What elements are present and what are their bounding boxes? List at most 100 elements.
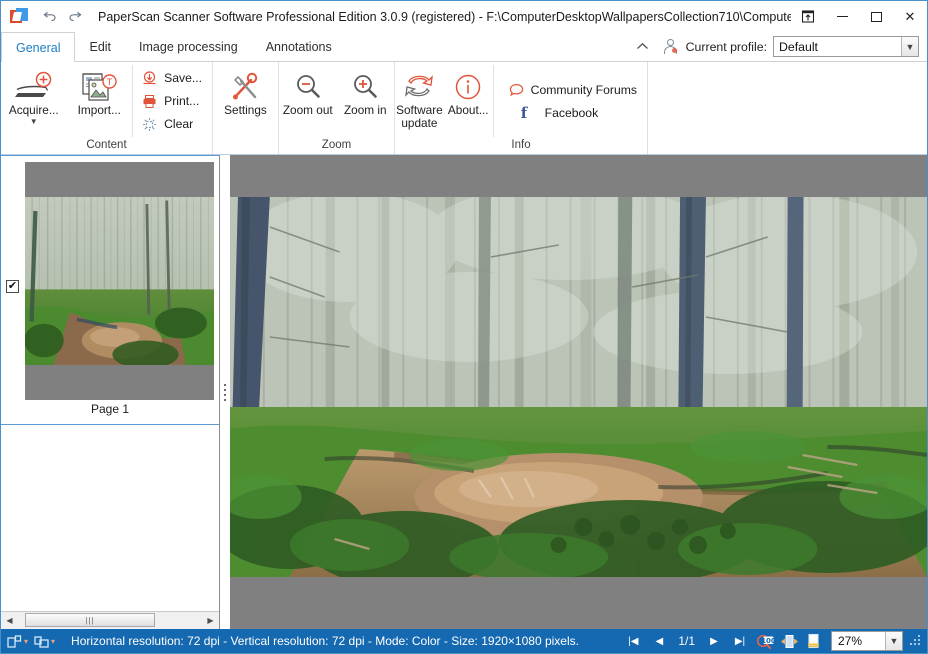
thumbnail-caption: Page 1 [90, 402, 130, 416]
save-download-icon [141, 70, 158, 86]
ribbon-group-zoom-title: Zoom [321, 139, 352, 151]
zoom-100-percent-icon[interactable]: 100 [753, 630, 777, 652]
zoom-level-select[interactable]: 27% ▼ [831, 631, 903, 651]
close-icon[interactable]: ✕ [893, 2, 927, 32]
undo-arrow-icon[interactable] [36, 5, 62, 29]
ribbon-group-content: Acquire... ▼ T Import... Save... Print..… [1, 62, 213, 154]
chevron-down-icon[interactable]: ▼ [30, 118, 38, 126]
thumbnail-page-1[interactable]: ✔ Page 1 [1, 155, 219, 425]
status-bar: ▾ ▾ Horizontal resolution: 72 dpi - Vert… [1, 629, 927, 653]
ribbon-group-zoom: Zoom out Zoom in Zoom [279, 62, 395, 154]
status-text: Horizontal resolution: 72 dpi - Vertical… [71, 634, 579, 648]
software-update-icon [403, 70, 435, 104]
print-button-label: Print... [164, 94, 200, 108]
tab-edit[interactable]: Edit [75, 32, 125, 61]
ribbon-group-info: Software update About... Community Forum… [395, 62, 648, 154]
paperscan-logo-icon [10, 7, 28, 26]
settings-button[interactable]: Settings [213, 65, 278, 137]
resize-grip-icon[interactable] [909, 634, 923, 648]
thumbnail-image[interactable] [25, 162, 214, 400]
page-facing-button[interactable]: ▾ [34, 635, 55, 648]
software-update-button[interactable]: Software update [395, 65, 444, 137]
main-content-area: ✔ Page 1 ◀ ||| ▶ [1, 155, 927, 629]
thumbnail-panel: ✔ Page 1 ◀ ||| ▶ [1, 155, 220, 629]
import-button-label: Import... [77, 103, 121, 117]
current-profile-label: Current profile: [685, 39, 767, 54]
next-page-icon[interactable]: ▶ [701, 630, 727, 652]
info-small-buttons: Community Forums f Facebook [492, 65, 647, 137]
ribbon-panel: Acquire... ▼ T Import... Save... Print..… [1, 62, 927, 155]
software-update-label-2: update [401, 116, 438, 130]
fit-page-width-icon[interactable] [777, 630, 801, 652]
thumbnail-checkbox[interactable]: ✔ [6, 280, 19, 293]
profile-select[interactable]: Default ▼ [773, 36, 919, 57]
window-title: PaperScan Scanner Software Professional … [98, 9, 791, 24]
save-button[interactable]: Save... [139, 67, 208, 90]
facebook-link[interactable]: f Facebook [506, 101, 643, 124]
chevron-down-icon[interactable]: ▾ [51, 637, 55, 646]
zoom-in-button[interactable]: Zoom in [337, 65, 395, 137]
panel-splitter[interactable] [220, 155, 230, 629]
status-bar-controls: |◀ ◀ 1/1 ▶ ▶| 100 27% ▼ [620, 630, 927, 652]
title-bar: PaperScan Scanner Software Professional … [1, 1, 927, 32]
profile-select-value: Default [779, 39, 818, 54]
zoom-out-icon [293, 70, 323, 104]
pin-ribbon-icon[interactable] [791, 2, 825, 32]
clear-button[interactable]: Clear [139, 113, 208, 136]
user-profile-icon [663, 39, 680, 54]
tools-settings-icon [229, 70, 263, 104]
first-page-icon[interactable]: |◀ [620, 630, 646, 652]
tab-general[interactable]: General [1, 32, 76, 62]
scroll-left-arrow-icon[interactable]: ◀ [1, 612, 18, 629]
save-button-label: Save... [164, 71, 202, 85]
scrollbar-thumb[interactable]: ||| [25, 613, 155, 627]
community-forums-label: Community Forums [530, 82, 637, 97]
maximize-icon[interactable] [859, 2, 893, 32]
tab-annotations[interactable]: Annotations [252, 32, 346, 61]
community-forums-link[interactable]: Community Forums [506, 78, 643, 101]
settings-button-label: Settings [224, 103, 267, 117]
page-image[interactable] [230, 197, 927, 577]
about-info-icon [453, 70, 483, 104]
previous-page-icon[interactable]: ◀ [646, 630, 672, 652]
page-facing-icon [34, 635, 49, 648]
about-button[interactable]: About... [444, 65, 493, 137]
speech-bubble-icon [508, 83, 525, 97]
ribbon-group-settings-title [213, 137, 278, 154]
minimize-icon[interactable] [825, 2, 859, 32]
tab-image-processing[interactable]: Image processing [125, 32, 252, 61]
acquire-button[interactable]: Acquire... ▼ [1, 65, 67, 137]
image-viewer[interactable] [230, 155, 927, 629]
import-document-icon: T [80, 70, 118, 104]
ribbon-group-info-title: Info [511, 139, 531, 151]
svg-text:100: 100 [761, 636, 775, 644]
fit-page-height-icon[interactable] [801, 630, 825, 652]
page-indicator: 1/1 [678, 634, 695, 648]
svg-text:T: T [106, 78, 113, 88]
zoom-in-button-label: Zoom in [343, 103, 387, 117]
print-button[interactable]: Print... [139, 90, 208, 113]
chevron-down-icon[interactable]: ▼ [885, 632, 902, 650]
page-layout-icon [7, 634, 22, 648]
chevron-down-icon[interactable]: ▾ [24, 637, 28, 646]
scanner-acquire-icon [13, 70, 55, 104]
profile-bar: Current profile: Default ▼ [628, 32, 927, 61]
about-button-label: About... [447, 103, 489, 117]
chevron-down-icon[interactable]: ▼ [901, 37, 918, 56]
vertical-splitter-handle [224, 383, 226, 401]
chevron-up-icon[interactable] [628, 40, 657, 54]
zoom-out-button[interactable]: Zoom out [279, 65, 337, 137]
thumbnail-horizontal-scrollbar[interactable]: ◀ ||| ▶ [1, 611, 219, 629]
zoom-level-value: 27% [838, 634, 863, 648]
scroll-right-arrow-icon[interactable]: ▶ [202, 612, 219, 629]
page-layout-button[interactable]: ▾ [7, 634, 28, 648]
thumbnail-list[interactable]: ✔ Page 1 [1, 155, 219, 611]
clear-button-label: Clear [164, 117, 194, 131]
scrollbar-track[interactable]: ||| [18, 612, 202, 629]
last-page-icon[interactable]: ▶| [727, 630, 753, 652]
acquire-button-label: Acquire... [8, 103, 59, 117]
zoom-in-icon [350, 70, 380, 104]
import-button[interactable]: T Import... [67, 65, 133, 137]
redo-arrow-icon[interactable] [62, 5, 88, 29]
facebook-label: Facebook [544, 105, 599, 120]
